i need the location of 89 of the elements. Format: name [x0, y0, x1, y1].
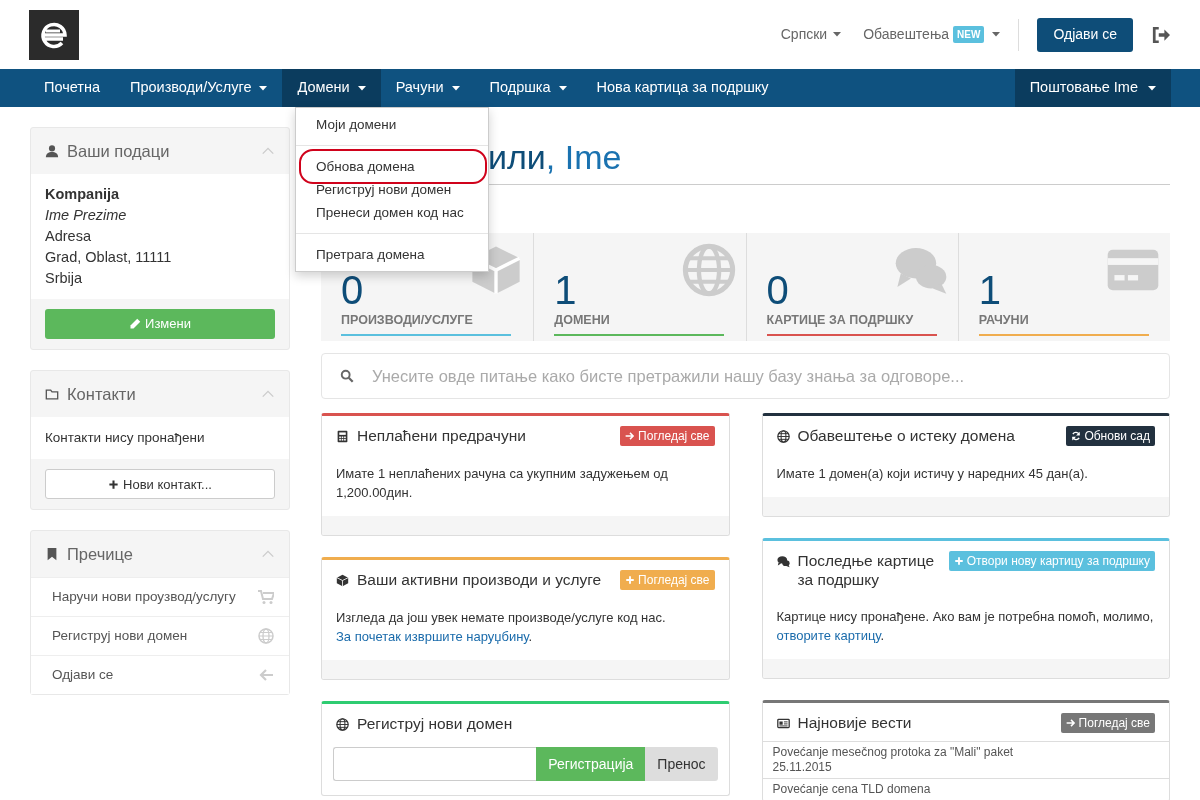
- globe-icon: [776, 430, 790, 443]
- stat-label: КАРТИЦЕ ЗА ПОДРШКУ: [766, 312, 915, 329]
- panel-title: Ваши подаци: [67, 140, 171, 162]
- dropdown-item[interactable]: Моји домени: [296, 113, 488, 136]
- news-item[interactable]: Povećanje cena TLD domena: [762, 779, 1169, 800]
- bookmark-icon: [45, 547, 59, 562]
- view-all-button[interactable]: Обнови сад: [1066, 426, 1155, 446]
- logo-icon[interactable]: [29, 9, 79, 60]
- stat-tile[interactable]: 0 КАРТИЦЕ ЗА ПОДРШКУ: [745, 233, 958, 341]
- nav-tab[interactable]: Почетна: [29, 69, 116, 107]
- caret-icon: [833, 32, 842, 37]
- news-item[interactable]: Povećanje mesečnog protoka za "Mali" paket 25.11.2015: [762, 742, 1169, 779]
- new-contact-button[interactable]: Нови контакт...: [45, 469, 275, 500]
- stat-count: 0: [766, 271, 789, 309]
- account-menu[interactable]: Поштовање Ime: [1014, 69, 1171, 107]
- view-all-button[interactable]: Погледај све: [1060, 713, 1155, 733]
- folder-icon: [45, 387, 59, 401]
- plus-icon: [625, 575, 636, 585]
- stat-label: ДОМЕНИ: [554, 312, 611, 329]
- box-icon: [336, 574, 349, 587]
- stat-label: ПРОИЗВОДИ/УСЛУГЕ: [341, 312, 474, 329]
- company-name: Kompanija: [45, 185, 121, 204]
- stat-count: 1: [978, 271, 1001, 309]
- news-title: Povećanje mesečnog protoka za "Mali" paket: [772, 745, 1015, 760]
- nav-tab[interactable]: Подршка: [474, 69, 582, 107]
- panel-message: Имате 1 неплаћених рачуна са укупним задужењем од 1,200.00дин.: [335, 465, 669, 502]
- pencil-icon: [129, 318, 142, 330]
- shortcut-link[interactable]: Наручи нови проузвод/услугу: [31, 577, 289, 617]
- address-line: Adresa: [45, 227, 92, 246]
- dropdown-item[interactable]: Обнова домена: [296, 155, 488, 178]
- search-field[interactable]: Унесите овде питање како бисте претражили нашу базу знања за одговоре...: [321, 353, 1170, 399]
- stat-tile[interactable]: 1 РАЧУНИ: [957, 233, 1170, 341]
- stat-label: РАЧУНИ: [978, 312, 1030, 329]
- arrow-right-icon: [625, 431, 636, 441]
- stat-tile[interactable]: 1 ДОМЕНИ: [533, 233, 746, 341]
- plus-icon: [108, 478, 120, 490]
- panel-message: Картице нису пронађене. Ако вам је потребна помоћ, молимо, отворите картицу.: [775, 608, 1155, 645]
- cart-icon: [258, 589, 274, 606]
- panel-title: Пречице: [67, 543, 134, 565]
- shortcut-link[interactable]: Одјави се: [31, 655, 289, 695]
- client-name: Ime Prezime: [45, 206, 128, 225]
- nav-tab[interactable]: Производи/Услуге: [115, 69, 283, 107]
- news-title: Povećanje cena TLD domena: [772, 782, 932, 797]
- nav-tab[interactable]: Рачуни: [380, 69, 475, 107]
- language-dropdown[interactable]: Српски: [780, 24, 842, 45]
- logout-button[interactable]: Одјави се: [1037, 17, 1133, 52]
- new-badge: NEW: [953, 26, 985, 43]
- panel-title: Региструј нови домен: [357, 714, 514, 733]
- transfer-button[interactable]: Пренос: [645, 747, 718, 781]
- plus-icon: [953, 556, 964, 566]
- nav-tab[interactable]: Домени: [282, 69, 381, 107]
- view-all-button[interactable]: Погледај све: [620, 426, 715, 446]
- caret-icon: [992, 32, 1001, 37]
- panel-title: Контакти: [67, 383, 137, 405]
- domain-input-field[interactable]: [333, 747, 537, 781]
- panel-title: Последње картице за подршку: [797, 551, 935, 589]
- notifications-dropdown[interactable]: Обавештења NEW: [863, 18, 1020, 51]
- panel-title: Неплаћени предрачуни: [357, 426, 527, 445]
- globe-icon: [336, 718, 349, 731]
- dropdown-item[interactable]: Региструј нови домен: [296, 178, 488, 201]
- panel-message: Изгледа да још увек немате производе/услуге код нас. За почетак извршите наруџбину.: [335, 609, 667, 646]
- calculator-icon: [336, 430, 349, 443]
- arrow-right-icon: [1065, 718, 1076, 728]
- stat-count: 0: [341, 271, 364, 309]
- speech-bubbles-icon: [776, 555, 790, 568]
- stat-count: 1: [554, 271, 577, 309]
- refresh-icon: [1071, 431, 1082, 441]
- panel-title: Обавештење о истеку домена: [797, 426, 1016, 445]
- page-heading: или, Ime: [488, 137, 623, 177]
- panel-message: Имате 1 домен(а) који истичу у наредних 45 дан(а).: [775, 465, 1089, 483]
- address-line: Srbija: [45, 269, 84, 288]
- caret-icon: [1148, 85, 1156, 91]
- news-date: 25.11.2015: [772, 760, 833, 775]
- nav-tab[interactable]: Нова картица за подршку: [581, 69, 784, 107]
- link[interactable]: За почетак извршите наруџбину: [336, 629, 529, 644]
- dropdown-item[interactable]: Претрага домена: [296, 243, 488, 266]
- logout-icon[interactable]: [1151, 25, 1171, 44]
- dropdown-item[interactable]: Пренеси домен код нас: [296, 201, 488, 224]
- shortcut-link[interactable]: Региструј нови домен: [31, 616, 289, 656]
- panel-title: Ваши активни производи и услуге: [357, 570, 603, 589]
- globe-icon: [681, 243, 736, 297]
- globe-icon: [258, 628, 274, 645]
- address-line: Grad, Oblast, 11111: [45, 248, 173, 267]
- newspaper-icon: [776, 717, 790, 730]
- panel-title: Најновије вести: [797, 713, 913, 732]
- empty-message: Контакти нису пронађени: [45, 429, 206, 447]
- user-icon: [45, 144, 59, 158]
- link[interactable]: отворите картицу: [776, 628, 881, 643]
- search-icon: [340, 369, 354, 383]
